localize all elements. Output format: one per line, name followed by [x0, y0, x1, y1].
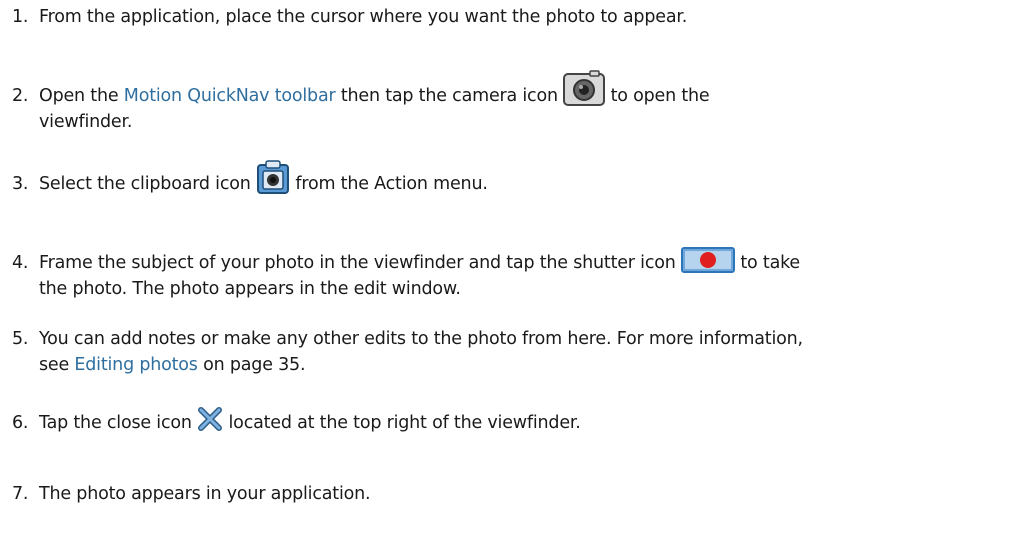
step-text-pre: Frame the subject of your photo in the v…: [39, 253, 682, 273]
step-1: 1. From the application, place the cursor…: [12, 4, 1012, 30]
step-text-cont-post: on page 35.: [197, 355, 306, 375]
step-number: 3.: [12, 174, 29, 194]
step-text: From the application, place the cursor w…: [39, 7, 688, 27]
instruction-steps: 1. From the application, place the cursor…: [0, 0, 1024, 544]
step-number: 7.: [12, 484, 29, 504]
step-6: 6. Tap the close icon located at the top …: [12, 407, 1012, 436]
step-number: 5.: [12, 329, 29, 349]
step-number: 2.: [12, 86, 29, 106]
clipboard-camera-icon: [256, 160, 290, 194]
step-text-continued: see Editing photos on page 35.: [12, 352, 1012, 378]
step-text-mid: then tap the camera icon: [335, 86, 564, 106]
step-text: You can add notes or make any other edit…: [39, 329, 803, 349]
motion-quicknav-toolbar-link[interactable]: Motion QuickNav toolbar: [124, 86, 336, 106]
step-4: 4. Frame the subject of your photo in the…: [12, 247, 1012, 302]
step-2: 2. Open the Motion QuickNav toolbar then …: [12, 70, 1012, 135]
step-text-post: from the Action menu.: [290, 174, 488, 194]
step-text-pre: Open the: [39, 86, 124, 106]
step-text-continued: the photo. The photo appears in the edit…: [39, 279, 461, 299]
step-number: 1.: [12, 7, 29, 27]
step-number: 6.: [12, 413, 29, 433]
editing-photos-link[interactable]: Editing photos: [74, 355, 198, 375]
step-7: 7. The photo appears in your application.: [12, 481, 1012, 507]
close-icon: [197, 406, 223, 432]
step-text-pre: Select the clipboard icon: [39, 174, 257, 194]
step-number: 4.: [12, 253, 29, 273]
step-text-pre: Tap the close icon: [39, 413, 198, 433]
step-3: 3. Select the clipboard icon from the Act…: [12, 160, 1012, 197]
step-text-post: located at the top right of the viewfind…: [223, 413, 581, 433]
step-5: 5. You can add notes or make any other ed…: [12, 326, 1012, 378]
step-text-post: to open the: [605, 86, 710, 106]
camera-icon: [563, 70, 606, 106]
shutter-icon: [681, 247, 736, 273]
step-text-post: to take: [735, 253, 800, 273]
step-text: The photo appears in your application.: [39, 484, 371, 504]
step-text-cont-pre: see: [39, 355, 75, 375]
step-text-continued: viewfinder.: [39, 112, 133, 132]
